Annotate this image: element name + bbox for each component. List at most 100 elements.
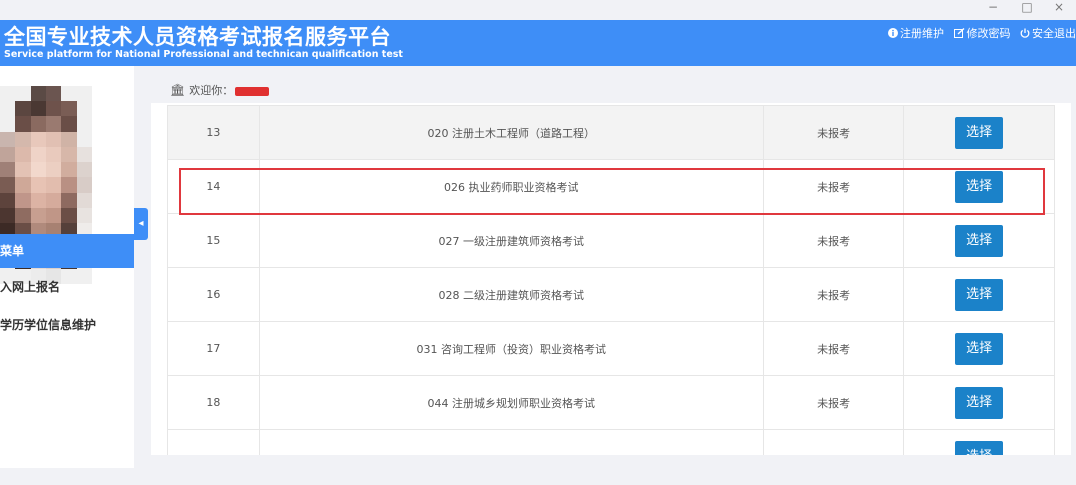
avatar-pixel [45, 207, 62, 224]
exam-status: 未报考 [762, 213, 905, 268]
avatar-pixel [15, 146, 31, 163]
avatar-pixel [30, 192, 46, 208]
app-subtitle: Service platform for National Profession… [4, 49, 403, 60]
close-button[interactable]: × [1044, 0, 1074, 16]
avatar-pixel [0, 131, 16, 147]
row-number: 18 [167, 375, 260, 430]
avatar-pixel [30, 207, 46, 224]
exam-name: 020 注册土木工程师（道路工程） [258, 105, 764, 160]
avatar-pixel [15, 131, 31, 147]
avatar-pixel [30, 101, 46, 117]
exam-status: 未报考 [762, 375, 905, 430]
avatar-pixel [61, 101, 77, 117]
sidebar-item-online-registration[interactable]: 入网上报名 [0, 272, 134, 302]
avatar-pixel [45, 162, 62, 178]
action-cell: 选择 [903, 375, 1055, 430]
avatar-pixel [76, 207, 92, 224]
avatar-pixel [30, 146, 46, 163]
avatar-pixel [45, 86, 62, 102]
avatar-pixel [76, 192, 92, 208]
app-title: 全国专业技术人员资格考试报名服务平台 [4, 25, 391, 49]
avatar-pixel [0, 177, 16, 193]
avatar-pixel [61, 86, 77, 102]
chevron-left-icon: ◂ [138, 218, 144, 229]
register-maintain-link[interactable]: 注册维护 [888, 27, 948, 40]
avatar-pixel [30, 86, 46, 102]
select-button[interactable]: 选择 [955, 386, 1004, 419]
action-cell: 选择 [903, 105, 1055, 160]
row-number: 14 [167, 159, 260, 214]
avatar-pixel [0, 116, 16, 132]
avatar-pixel [15, 177, 31, 193]
exam-name [258, 429, 764, 455]
avatar-pixel [30, 116, 46, 132]
avatar-pixel [15, 101, 31, 117]
redacted-username [235, 86, 270, 96]
content-panel: 13 020 注册土木工程师（道路工程） 未报考 选择 14 026 执业药师职… [151, 103, 1071, 455]
avatar-pixel [0, 207, 16, 224]
avatar-pixel [76, 162, 92, 178]
bank-icon: 🏛 [170, 83, 186, 97]
avatar-pixel [45, 192, 62, 208]
avatar-pixel [61, 131, 77, 147]
row-number [167, 429, 260, 455]
select-button[interactable]: 选择 [955, 278, 1004, 311]
exam-name: 028 二级注册建筑师资格考试 [258, 267, 764, 322]
table-row: 17 031 咨询工程师（投资）职业资格考试 未报考 选择 [167, 321, 1055, 376]
select-button[interactable]: 选择 [955, 332, 1004, 365]
select-button[interactable]: 选择 [955, 440, 1004, 455]
avatar-pixel [30, 162, 46, 178]
exam-status: 未报考 [762, 267, 905, 322]
avatar-pixel [61, 177, 77, 193]
avatar-pixel [61, 192, 77, 208]
change-password-label: 修改密码 [966, 27, 1011, 40]
edit-icon [953, 27, 965, 40]
select-button[interactable]: 选择 [955, 170, 1004, 203]
sidebar: 菜单 入网上报名 学历学位信息维护 [0, 66, 134, 468]
avatar-pixel [76, 116, 92, 132]
avatar-pixel [45, 116, 62, 132]
avatar-pixel [15, 192, 31, 208]
row-number: 16 [167, 267, 260, 322]
sidebar-item-education-info[interactable]: 学历学位信息维护 [0, 310, 134, 340]
window-titlebar: − □ × [0, 0, 1076, 20]
table-row: 16 028 二级注册建筑师资格考试 未报考 选择 [167, 267, 1055, 322]
avatar-pixel [76, 131, 92, 147]
exam-status [762, 429, 905, 455]
exam-status: 未报考 [762, 321, 905, 376]
logout-link[interactable]: 安全退出 [1020, 27, 1076, 40]
exam-name: 026 执业药师职业资格考试 [258, 159, 764, 214]
select-button[interactable]: 选择 [955, 116, 1004, 149]
avatar-pixel [15, 86, 31, 102]
select-button[interactable]: 选择 [955, 224, 1004, 257]
sidebar-menu-header[interactable]: 菜单 [0, 234, 134, 268]
row-number: 17 [167, 321, 260, 376]
action-cell: 选择 [903, 429, 1055, 455]
avatar-pixel [76, 86, 92, 102]
avatar-pixel [0, 162, 16, 178]
avatar-pixel [0, 192, 16, 208]
header-links: 注册维护 修改密码 安全退出 [882, 25, 1076, 41]
exam-status: 未报考 [762, 105, 905, 160]
table-row: 13 020 注册土木工程师（道路工程） 未报考 选择 [167, 105, 1055, 160]
avatar-pixel [0, 101, 16, 117]
info-icon [888, 27, 898, 40]
welcome-label: 欢迎你： [189, 84, 234, 97]
change-password-link[interactable]: 修改密码 [953, 27, 1015, 40]
avatar-pixel [30, 177, 46, 193]
avatar-pixel [45, 146, 62, 163]
avatar-pixel [61, 146, 77, 163]
avatar-pixel [76, 146, 92, 163]
sidebar-collapse-button[interactable]: ◂ [134, 208, 148, 240]
avatar-pixel [45, 101, 62, 117]
avatar-pixel [61, 162, 77, 178]
minimize-button[interactable]: − [978, 0, 1008, 16]
table-row: 15 027 一级注册建筑师资格考试 未报考 选择 [167, 213, 1055, 268]
table-row: 14 026 执业药师职业资格考试 未报考 选择 [167, 159, 1055, 214]
maximize-button[interactable]: □ [1012, 0, 1042, 16]
avatar-pixel [15, 162, 31, 178]
avatar-pixel [45, 177, 62, 193]
avatar-pixel [45, 131, 62, 147]
app-header: 全国专业技术人员资格考试报名服务平台 Service platform for … [0, 20, 1076, 66]
action-cell: 选择 [903, 321, 1055, 376]
